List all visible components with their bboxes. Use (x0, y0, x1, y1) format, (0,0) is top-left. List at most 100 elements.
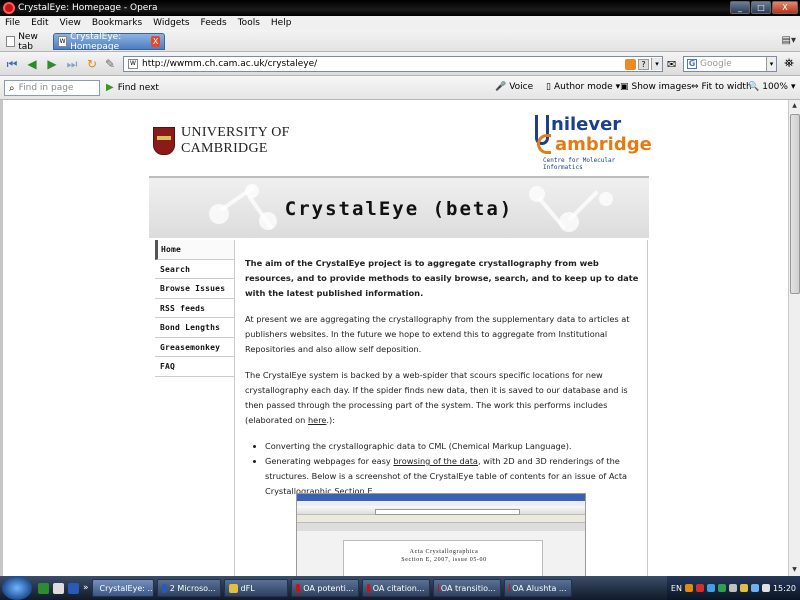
tray-icon[interactable] (695, 584, 704, 592)
word-icon[interactable] (68, 582, 79, 594)
find-toolbar: ⌕ Find in page ▶ Find next 🎤 Voice ▯ Aut… (0, 76, 800, 100)
tray-icon[interactable] (717, 584, 726, 592)
fit-to-width-button[interactable]: ⇔ Fit to width (691, 82, 752, 92)
close-tab-icon[interactable]: X (151, 36, 160, 47)
taskbar-item-label: OA transitio... (440, 583, 496, 593)
menu-tools[interactable]: Tools (233, 18, 266, 28)
taskbar-item-oa-alushta[interactable]: OA Alushta ... (503, 579, 572, 597)
menu-bookmarks[interactable]: Bookmarks (87, 18, 148, 28)
back-icon[interactable]: ◀ (24, 56, 40, 72)
language-indicator[interactable]: EN (671, 584, 682, 593)
scroll-down-icon[interactable]: ▼ (789, 564, 800, 576)
taskbar-item-crystaleye[interactable]: CrystalEye: ... (91, 579, 154, 597)
quick-launch: » (38, 582, 89, 594)
taskbar-item-oa-citation[interactable]: OA citation... (361, 579, 430, 597)
menu-feeds[interactable]: Feeds (196, 18, 233, 28)
find-in-page-input[interactable]: ⌕ Find in page (4, 80, 100, 96)
tab-menu-icon[interactable]: ▤▾ (782, 35, 796, 46)
nav-browse-issues[interactable]: Browse Issues (155, 279, 234, 299)
list-text: Generating webpages for easy (265, 456, 394, 466)
site-badge-icon: W (128, 59, 138, 69)
forward-icon[interactable]: ▶ (44, 56, 60, 72)
menu-view[interactable]: View (55, 18, 87, 28)
search-placeholder: Google (700, 59, 732, 69)
taskbar-item-oa-transition[interactable]: OA transitio... (432, 579, 501, 597)
show-images-button[interactable]: ▣ Show images (620, 82, 691, 92)
site-info-icon[interactable]: ? (638, 58, 649, 70)
zoom-control[interactable]: 🔍 100% ▾ (748, 82, 795, 92)
mail-icon[interactable]: ✉ (667, 58, 676, 71)
menu-help[interactable]: Help (266, 18, 298, 28)
tray-icon[interactable] (706, 584, 715, 592)
maximize-button[interactable]: □ (751, 1, 771, 14)
volume-icon[interactable] (761, 584, 770, 592)
address-field[interactable]: W http://wwmm.ch.cam.ac.uk/crystaleye/ ?… (123, 56, 663, 72)
voice-icon: 🎤 (495, 82, 507, 92)
taskbar-item-oa-potential[interactable]: OA potenti... (290, 579, 359, 597)
nav-home[interactable]: Home (155, 240, 234, 260)
nav-faq[interactable]: FAQ (155, 357, 234, 377)
new-tab-button[interactable]: New tab (2, 31, 52, 52)
nav-rss-feeds[interactable]: RSS feeds (155, 299, 234, 318)
clock[interactable]: 15:20 (773, 584, 796, 593)
rewind-icon[interactable]: ⏮ (4, 56, 20, 72)
author-mode-button[interactable]: ▯ Author mode ▾ (546, 82, 620, 92)
browsing-link[interactable]: browsing of the data (393, 456, 478, 466)
scrollbar-thumb[interactable] (790, 114, 800, 294)
nav-search[interactable]: Search (155, 260, 234, 279)
new-tab-icon (6, 36, 16, 47)
close-window-button[interactable]: X (772, 1, 798, 14)
network-icon[interactable] (750, 584, 759, 592)
search-field[interactable]: G Google ▾ (683, 56, 777, 72)
zoom-dropdown-icon: ▾ (790, 82, 796, 92)
nav-bond-lengths[interactable]: Bond Lengths (155, 318, 234, 338)
reload-icon[interactable]: ↻ (84, 56, 100, 72)
vertical-scrollbar[interactable]: ▲ ▼ (788, 100, 800, 576)
taskbar-item-label: 2 Microso... (169, 583, 216, 593)
binoculars-icon[interactable]: ⛯ (780, 56, 798, 72)
word-icon (161, 583, 167, 593)
address-dropdown-icon[interactable]: ▾ (651, 58, 662, 70)
fit-width-icon: ⇔ (691, 82, 699, 92)
cambridge-logo[interactable]: UNIVERSITY OF CAMBRIDGE (153, 125, 290, 157)
scroll-up-icon[interactable]: ▲ (789, 100, 800, 112)
start-button[interactable] (2, 576, 32, 600)
menu-edit[interactable]: Edit (26, 18, 54, 28)
window-controls: _ □ X (730, 1, 798, 14)
here-link[interactable]: here (308, 415, 326, 425)
tray-icon[interactable] (739, 584, 748, 592)
edit-icon[interactable]: ✎ (102, 56, 118, 72)
voice-button[interactable]: 🎤 Voice (495, 82, 533, 92)
tray-icon[interactable] (684, 584, 693, 592)
opera-logo-icon (3, 2, 15, 14)
list-item: Converting the crystallographic data to … (265, 439, 640, 454)
taskbar-item-dfl[interactable]: dFL (223, 579, 288, 597)
search-engine-dropdown-icon[interactable]: ▾ (766, 57, 776, 71)
spider-text-end: .): (326, 415, 335, 425)
menu-widgets[interactable]: Widgets (148, 18, 195, 28)
taskbar-item-microsoft[interactable]: 2 Microso... (156, 579, 221, 597)
url-text[interactable]: http://wwmm.ch.cam.ac.uk/crystaleye/ (142, 59, 317, 69)
show-desktop-icon[interactable] (53, 582, 64, 594)
new-tab-label: New tab (18, 31, 38, 52)
intro-paragraph: The aim of the CrystalEye project is to … (245, 258, 639, 298)
nav-greasemonkey[interactable]: Greasemonkey (155, 338, 234, 357)
fast-forward-icon[interactable]: ⏭ (64, 56, 80, 72)
unilever-cambridge-logo[interactable]: nilever ambridge Centre for Molecular In… (535, 114, 652, 171)
unilever-wordmark: nilever (551, 114, 622, 135)
rss-feed-icon[interactable] (625, 58, 636, 70)
page-icon: ▯ (546, 82, 551, 92)
menu-file[interactable]: File (0, 18, 26, 28)
side-navigation: Home Search Browse Issues RSS feeds Bond… (155, 240, 234, 377)
minimize-button[interactable]: _ (730, 1, 750, 14)
fit-width-label: Fit to width (701, 82, 752, 92)
tray-icon[interactable] (728, 584, 737, 592)
tab-crystaleye[interactable]: W CrystalEye: Homepage X (53, 32, 165, 52)
search-icon: ⌕ (9, 82, 15, 94)
excel-icon[interactable] (38, 582, 49, 594)
quick-launch-overflow-icon[interactable]: » (83, 583, 89, 594)
taskbar-item-label: OA potenti... (303, 583, 354, 593)
find-next-label: Find next (117, 82, 159, 93)
opera-icon (366, 583, 370, 593)
find-next-button[interactable]: ▶ Find next (106, 82, 159, 93)
